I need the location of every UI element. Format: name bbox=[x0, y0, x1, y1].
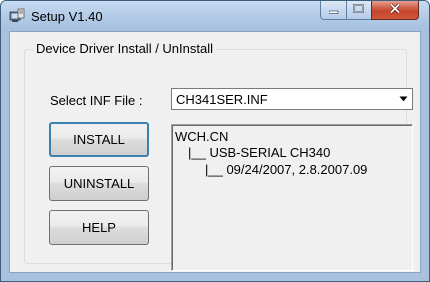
groupbox-title: Device Driver Install / UnInstall bbox=[33, 41, 216, 56]
install-button[interactable]: INSTALL bbox=[49, 122, 149, 157]
close-icon bbox=[389, 1, 401, 19]
help-button[interactable]: HELP bbox=[49, 210, 149, 245]
setup-app-icon[interactable] bbox=[9, 8, 25, 24]
inf-file-label: Select INF File : bbox=[50, 93, 143, 108]
close-button[interactable] bbox=[371, 1, 419, 20]
minimize-icon bbox=[328, 1, 339, 19]
driver-device: |__ USB-SERIAL CH340 bbox=[188, 145, 331, 160]
chevron-down-icon[interactable] bbox=[396, 91, 410, 107]
driver-groupbox: Device Driver Install / UnInstall Select… bbox=[24, 41, 413, 271]
driver-version: |__ 09/24/2007, 2.8.2007.09 bbox=[205, 162, 368, 177]
setup-window: Setup V1.40 Device Driver Install / UnIn… bbox=[0, 0, 430, 282]
uninstall-button[interactable]: UNINSTALL bbox=[49, 166, 149, 201]
driver-info-panel: WCH.CN |__ USB-SERIAL CH340 |__ 09/24/20… bbox=[171, 124, 413, 271]
minimize-button[interactable] bbox=[320, 1, 347, 20]
inf-file-value: CH341SER.INF bbox=[176, 92, 268, 107]
driver-vendor: WCH.CN bbox=[175, 129, 229, 144]
maximize-button[interactable] bbox=[346, 1, 372, 20]
window-title: Setup V1.40 bbox=[31, 9, 103, 24]
dialog-client-area: Device Driver Install / UnInstall Select… bbox=[9, 31, 421, 273]
maximize-icon bbox=[353, 1, 365, 19]
title-bar[interactable]: Setup V1.40 bbox=[1, 1, 429, 31]
inf-file-select[interactable]: CH341SER.INF bbox=[171, 88, 413, 110]
